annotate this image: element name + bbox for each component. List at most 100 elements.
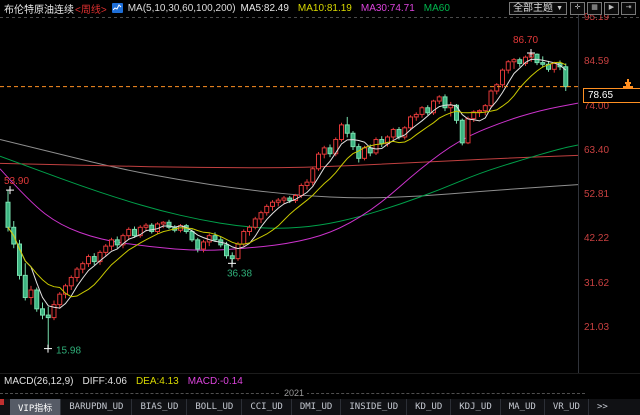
macd-diff-value: DIFF:4.06 (82, 376, 126, 387)
macd-indicator-row[interactable]: MACD(26,12,9) DIFF:4.06 DEA:4.13 MACD:-0… (0, 373, 640, 388)
candle (265, 206, 269, 212)
candle (35, 290, 39, 309)
candle (276, 200, 280, 202)
ma-legend-item: MA5:82.49 (241, 3, 289, 14)
candle (409, 117, 413, 128)
candle (133, 229, 137, 235)
header-controls: 全部主题 ▼ ✛▦▶⇥ (509, 2, 636, 15)
candle (288, 198, 292, 201)
toolbar-more-button[interactable]: >> (589, 399, 616, 415)
candle (127, 229, 131, 235)
price-annotation: 53.90 (4, 176, 29, 187)
chevron-down-icon: ▼ (556, 3, 563, 14)
indicator-tab-boll_ud[interactable]: BOLL_UD (187, 399, 242, 415)
indicator-tab-vr_ud[interactable]: VR_UD (545, 399, 589, 415)
candle (552, 63, 556, 69)
overlay-line-ma10 (8, 62, 566, 296)
ma-legend-item: MA30:74.71 (361, 3, 415, 14)
indicator-tab-cci_ud[interactable]: CCI_UD (242, 399, 292, 415)
kline-icon[interactable] (112, 3, 123, 13)
indicator-tab-kd_ud[interactable]: KD_UD (407, 399, 451, 415)
candle (23, 275, 27, 297)
price-marker-icon[interactable] (622, 77, 634, 88)
y-axis-tick: 52.81 (584, 189, 609, 200)
candle (535, 54, 539, 62)
candle (426, 108, 430, 113)
macd-label: MACD(26,12,9) (4, 376, 73, 387)
candle (69, 277, 73, 285)
candle (144, 225, 148, 227)
candle (368, 148, 372, 153)
candle (46, 315, 50, 318)
candle (236, 244, 240, 259)
overlay-line-ma100 (0, 140, 578, 198)
candle (213, 236, 217, 240)
candle (282, 198, 286, 200)
current-price-tag: 78.65 (583, 88, 640, 103)
theme-dropdown-label: 全部主题 (513, 3, 553, 14)
candle (322, 148, 326, 154)
candle (483, 106, 487, 111)
candle (443, 97, 447, 108)
candle (340, 125, 344, 140)
candle (489, 91, 493, 106)
candle (161, 222, 165, 224)
candle (41, 309, 45, 315)
candle (248, 227, 252, 231)
next-page-icon[interactable]: ⇥ (621, 2, 636, 15)
candle (202, 242, 206, 249)
candle (478, 111, 482, 112)
play-icon[interactable]: ▶ (604, 2, 619, 15)
toolbar-marker (0, 399, 4, 405)
indicator-tab-kdj_ud[interactable]: KDJ_UD (451, 399, 501, 415)
candle (374, 140, 378, 153)
candle (190, 231, 194, 239)
indicator-tab-inside_ud[interactable]: INSIDE_UD (341, 399, 407, 415)
candle (58, 294, 62, 304)
ma-legend-item: MA60 (424, 3, 450, 14)
candle (541, 63, 545, 65)
candle (397, 129, 401, 137)
candle (414, 114, 418, 117)
theme-dropdown[interactable]: 全部主题 ▼ (509, 2, 567, 15)
panels-icon[interactable]: ▦ (587, 2, 602, 15)
candle (317, 154, 321, 169)
indicator-tab-dmi_ud[interactable]: DMI_UD (292, 399, 342, 415)
candle (196, 240, 200, 249)
candle (110, 240, 114, 246)
candle (363, 148, 367, 158)
y-axis-tick: 84.59 (584, 56, 609, 67)
symbol-name: 布伦特原油连续 (4, 1, 74, 16)
candle (311, 169, 315, 182)
price-annotation: 15.98 (56, 346, 81, 357)
crosshair-icon[interactable]: ✛ (570, 2, 585, 15)
candle (87, 257, 91, 264)
candle (271, 202, 275, 206)
period-label: <周线> (75, 1, 107, 16)
candle (449, 105, 453, 108)
candle (6, 202, 10, 227)
candle (115, 240, 119, 245)
candle (466, 119, 470, 143)
candle (150, 225, 154, 231)
candle (506, 62, 510, 70)
candle (225, 245, 229, 256)
indicator-tab-vip-[interactable]: VIP指标 (10, 399, 61, 415)
candle (305, 182, 309, 185)
candle (242, 231, 246, 244)
candle (437, 97, 441, 101)
candle (420, 108, 424, 115)
candle (230, 256, 234, 259)
candle (357, 147, 361, 159)
candle (253, 219, 257, 227)
candle (495, 85, 499, 91)
time-axis-year-label: 2021 (281, 388, 307, 398)
candle (501, 70, 505, 85)
indicator-tab-bias_ud[interactable]: BIAS_UD (132, 399, 187, 415)
indicator-tab-barupdn_ud[interactable]: BARUPDN_UD (61, 399, 132, 415)
candlestick-chart[interactable]: 53.9015.9836.3886.70 (0, 0, 640, 373)
overlay-line-ma200 (0, 155, 578, 167)
candle (104, 246, 108, 252)
indicator-tab-ma_ud[interactable]: MA_UD (501, 399, 545, 415)
overlay-line-ma60 (0, 145, 578, 228)
